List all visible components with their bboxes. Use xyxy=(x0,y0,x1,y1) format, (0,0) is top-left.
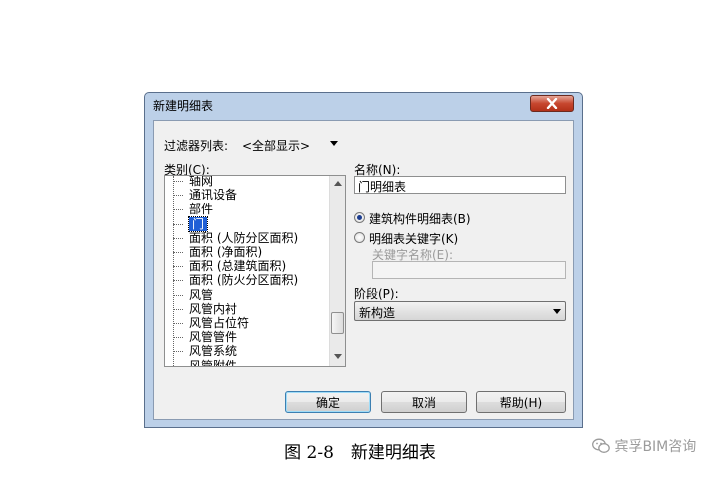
category-item-label: 面积 (人防分区面积) xyxy=(189,230,299,245)
category-item[interactable]: 部件 xyxy=(165,202,329,216)
tree-connector xyxy=(173,252,183,253)
name-input[interactable]: 门明细表 xyxy=(354,176,566,194)
watermark-text: 宾孚BIM咨询 xyxy=(614,439,697,455)
chevron-down-icon xyxy=(330,141,338,146)
dialog-title-bar[interactable]: 新建明细表 xyxy=(145,93,582,115)
tree-connector xyxy=(173,337,183,339)
new-schedule-dialog: 新建明细表 过滤器列表: <全部显示> 类别(C): 轴网 通讯设备 部件门面积 (… xyxy=(144,92,583,428)
dialog-title: 新建明细表 xyxy=(153,99,214,113)
tree-connector xyxy=(173,351,183,353)
ok-button[interactable]: 确定 xyxy=(285,391,371,413)
category-item[interactable]: 通讯设备 xyxy=(165,188,329,202)
filter-list-value: <全部显示> xyxy=(242,139,311,153)
scroll-up-icon[interactable] xyxy=(334,181,342,186)
category-item-label: 风管系统 xyxy=(189,344,238,359)
category-item-label: 通讯设备 xyxy=(189,188,238,203)
category-item[interactable]: 轴网 xyxy=(165,176,329,188)
category-scrollbar[interactable] xyxy=(329,176,345,366)
tree-connector xyxy=(173,266,183,268)
filter-list-dropdown[interactable]: <全部显示> xyxy=(238,132,342,154)
category-item-label: 面积 (总建筑面积) xyxy=(189,259,287,274)
tree-connector xyxy=(173,237,183,239)
category-item-label: 风管附件 xyxy=(189,358,238,366)
phase-value: 新构造 xyxy=(359,306,396,320)
wechat-icon xyxy=(592,438,610,453)
tree-connector xyxy=(173,280,183,282)
key-name-input[interactable] xyxy=(372,261,566,279)
radio-selected-icon xyxy=(354,212,365,223)
category-item[interactable]: 风管管件 xyxy=(165,330,329,344)
tree-connector xyxy=(173,209,183,211)
category-item[interactable]: 风管 xyxy=(165,288,329,302)
scroll-thumb[interactable] xyxy=(331,312,344,334)
category-item[interactable]: 风管附件 xyxy=(165,359,329,366)
category-item-label: 风管占位符 xyxy=(189,316,250,330)
category-item[interactable]: 门 xyxy=(165,215,329,232)
schedule-key-label: 明细表关键字(K) xyxy=(369,232,459,246)
tree-connector xyxy=(173,294,183,296)
tree-connector xyxy=(173,223,183,225)
category-item[interactable]: 面积 (防火分区面积) xyxy=(165,273,329,287)
category-item-label: 部件 xyxy=(189,202,214,217)
name-input-value: 门明细表 xyxy=(358,180,407,194)
scroll-down-icon[interactable] xyxy=(334,354,342,359)
building-component-label: 建筑构件明细表(B) xyxy=(369,212,471,226)
category-item-label: 面积 (防火分区面积) xyxy=(189,273,299,288)
category-item-label: 风管内衬 xyxy=(189,301,238,316)
phase-label: 阶段(P): xyxy=(354,287,399,301)
category-item[interactable]: 风管内衬 xyxy=(165,302,329,316)
radio-unselected-icon xyxy=(354,232,365,243)
dialog-body: 过滤器列表: <全部显示> 类别(C): 轴网 通讯设备 部件门面积 (人防分区面积… xyxy=(153,120,574,420)
tree-connector xyxy=(173,308,183,310)
category-list[interactable]: 轴网 通讯设备 部件门面积 (人防分区面积) 面积 (净面积) 面积 (总建筑面积) 面积… xyxy=(164,175,346,367)
filter-list-label: 过滤器列表: xyxy=(164,139,229,153)
close-button[interactable] xyxy=(530,95,574,112)
category-rows: 轴网 通讯设备 部件门面积 (人防分区面积) 面积 (净面积) 面积 (总建筑面积) 面积… xyxy=(165,176,329,366)
category-item-label: 风管 xyxy=(189,287,214,302)
help-button[interactable]: 帮助(H) xyxy=(476,391,566,413)
category-item-label: 门 xyxy=(187,215,209,232)
category-item-label: 面积 (净面积) xyxy=(189,245,263,259)
category-item[interactable]: 面积 (人防分区面积) xyxy=(165,231,329,245)
chevron-down-icon xyxy=(553,309,561,314)
tree-connector xyxy=(173,181,183,182)
tree-connector xyxy=(173,323,183,324)
category-item[interactable]: 风管占位符 xyxy=(165,316,329,330)
cancel-button[interactable]: 取消 xyxy=(381,391,467,413)
close-icon xyxy=(546,98,558,109)
category-item[interactable]: 风管系统 xyxy=(165,344,329,358)
category-item[interactable]: 面积 (净面积) xyxy=(165,245,329,259)
category-item[interactable]: 面积 (总建筑面积) xyxy=(165,259,329,273)
watermark: 宾孚BIM咨询 xyxy=(592,436,696,456)
category-item-label: 风管管件 xyxy=(189,330,238,345)
category-item-label: 轴网 xyxy=(189,176,214,188)
tree-connector xyxy=(173,195,183,197)
phase-dropdown[interactable]: 新构造 xyxy=(354,301,566,321)
